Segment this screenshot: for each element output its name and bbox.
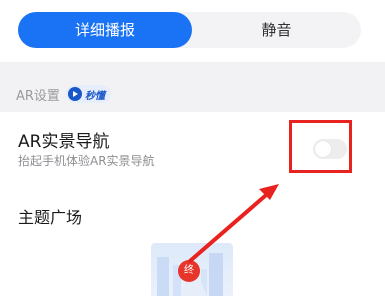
annotation-arrow (188, 184, 279, 263)
settings-page: 详细播报 静音 AR设置 秒懂 AR实景导航 抬起手机体验AR实景导航 主题广场… (0, 0, 385, 296)
